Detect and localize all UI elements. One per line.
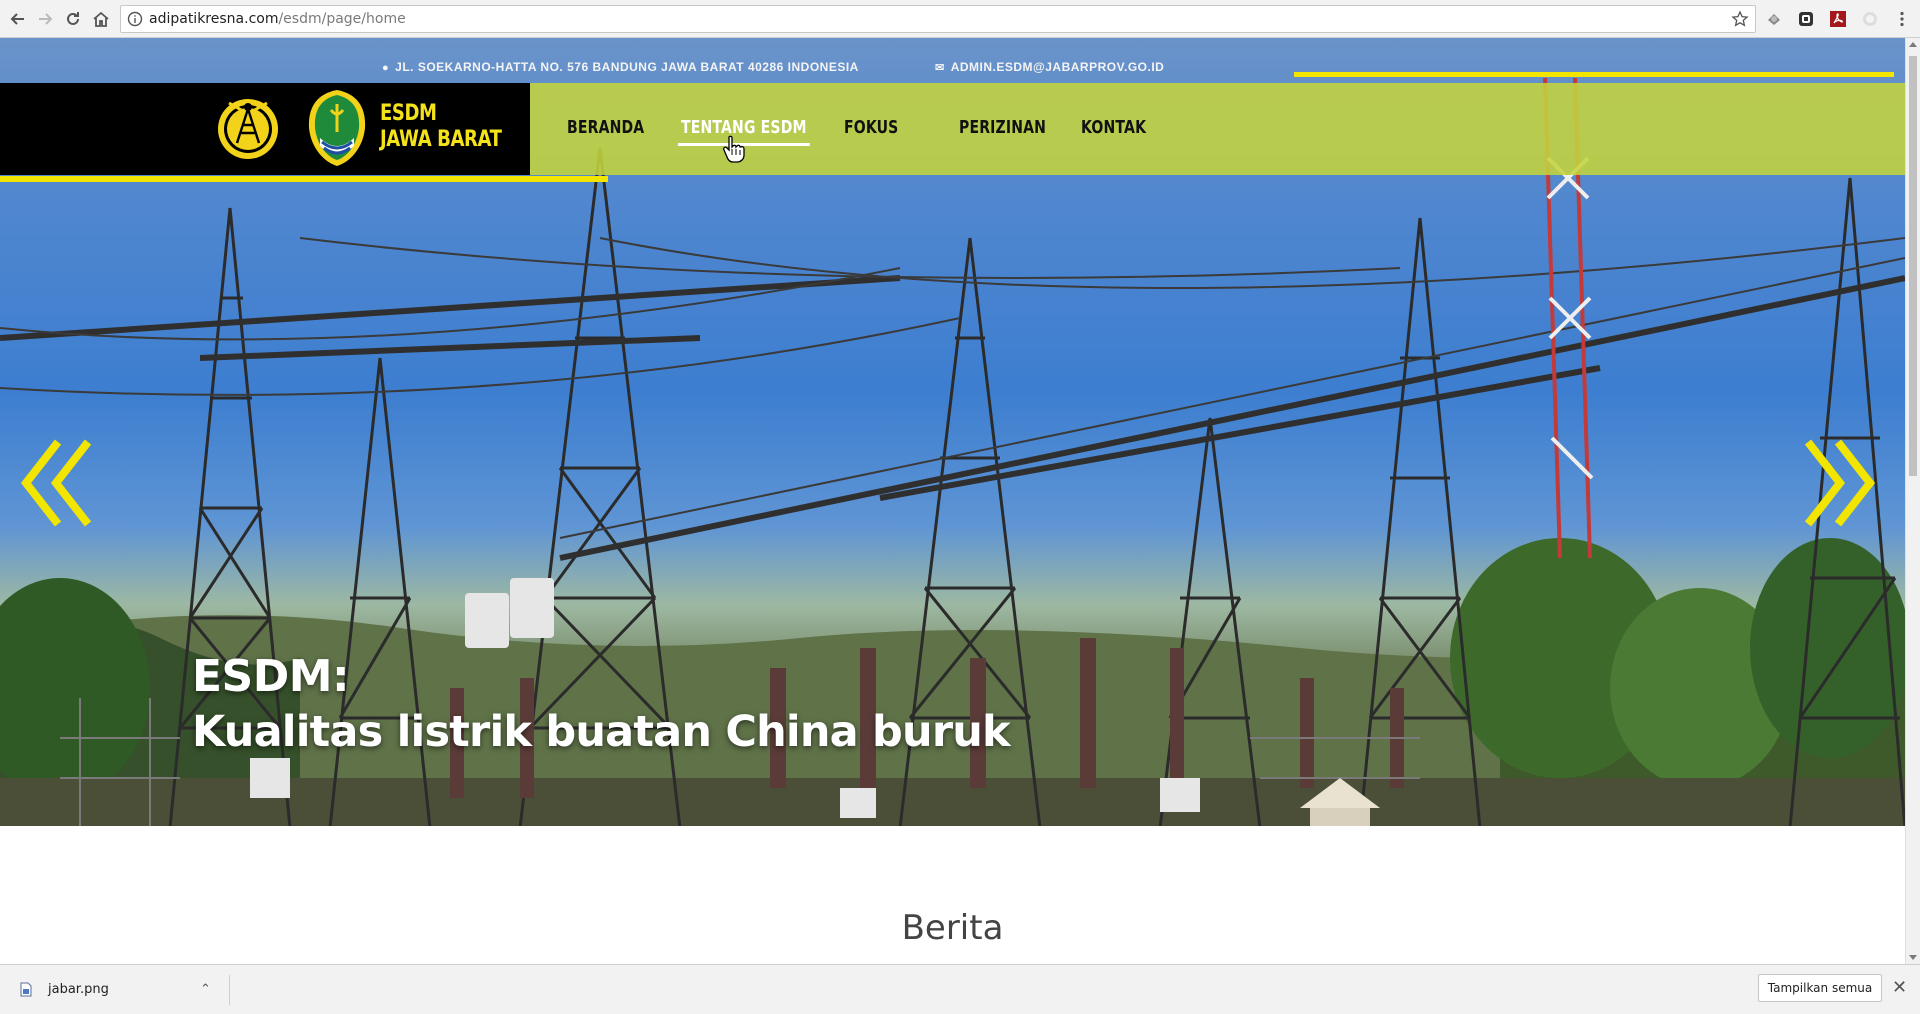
section-title: Berita (901, 908, 1004, 948)
address-text: JL. SOEKARNO-HATTA NO. 576 BANDUNG JAWA … (395, 60, 859, 74)
download-item[interactable]: jabar.png ⌃ (10, 971, 228, 1007)
menu-dots-icon[interactable] (1893, 10, 1911, 28)
nav-item-perizinan[interactable]: PERIZINAN (959, 117, 1046, 138)
download-file-name: jabar.png (48, 982, 109, 997)
hero-slider: ● JL. SOEKARNO-HATTA NO. 576 BANDUNG JAWA… (0, 38, 1905, 826)
close-icon[interactable]: ✕ (1892, 977, 1907, 998)
info-icon[interactable] (127, 11, 143, 27)
decorative-line (1294, 72, 1894, 77)
back-arrow-icon[interactable] (8, 9, 28, 29)
double-chevron-right-icon[interactable] (1798, 436, 1878, 531)
brand-title-line1: ESDM (380, 101, 437, 126)
extension-icon[interactable] (1861, 10, 1879, 28)
nav-item-beranda[interactable]: BERANDA (567, 117, 644, 138)
map-marker-icon: ● (382, 62, 390, 74)
esdm-emblem-icon (218, 99, 278, 159)
slide-caption-line1: ESDM: (192, 651, 350, 702)
forward-arrow-icon[interactable] (35, 9, 55, 29)
image-file-icon (20, 982, 32, 997)
download-shelf: jabar.png ⌃ Tampilkan semua ✕ (0, 964, 1920, 1014)
nav-item-kontak[interactable]: KONTAK (1081, 117, 1146, 138)
slide-caption-line2: Kualitas listrik buatan China buruk (192, 707, 1011, 757)
decorative-line (0, 176, 608, 182)
pdf-extension-icon[interactable] (1829, 10, 1847, 28)
extension-icon[interactable] (1765, 10, 1783, 28)
home-icon[interactable] (91, 9, 111, 29)
show-all-downloads-button[interactable]: Tampilkan semua (1758, 974, 1882, 1002)
extension-icon[interactable] (1797, 10, 1815, 28)
site-logo[interactable]: ESDM JAWA BARAT (0, 83, 530, 175)
email-info[interactable]: ✉ ADMIN.ESDM@JABARPROV.GO.ID (935, 60, 1164, 74)
scrollbar-thumb[interactable] (1909, 56, 1917, 476)
email-text[interactable]: ADMIN.ESDM@JABARPROV.GO.ID (951, 60, 1165, 74)
address-info: ● JL. SOEKARNO-HATTA NO. 576 BANDUNG JAWA… (382, 60, 859, 74)
chevron-up-icon[interactable]: ⌃ (200, 981, 211, 997)
browser-toolbar: adipatikresna.com/esdm/page/home (0, 0, 1920, 38)
divider (229, 975, 230, 1005)
url-text[interactable]: adipatikresna.com/esdm/page/home (149, 11, 406, 27)
brand-title-line2: JAWA BARAT (380, 127, 502, 152)
jabar-emblem-icon (308, 90, 366, 166)
scroll-up-icon[interactable] (1909, 42, 1917, 47)
address-bar[interactable]: adipatikresna.com/esdm/page/home (120, 5, 1756, 33)
page-viewport: ● JL. SOEKARNO-HATTA NO. 576 BANDUNG JAWA… (0, 38, 1905, 964)
brand-title: ESDM JAWA BARAT (380, 101, 502, 153)
hand-cursor-icon (723, 135, 745, 163)
page-scrollbar[interactable] (1905, 38, 1920, 964)
slide-caption[interactable]: ESDM: Kualitas listrik buatan China buru… (192, 650, 1011, 760)
double-chevron-left-icon[interactable] (18, 436, 98, 531)
url-path: /esdm/page/home (278, 11, 406, 27)
scroll-down-icon[interactable] (1909, 955, 1917, 960)
reload-icon[interactable] (63, 9, 83, 29)
star-icon[interactable] (1731, 10, 1749, 28)
nav-item-fokus[interactable]: FOKUS (844, 117, 898, 138)
url-host: adipatikresna.com (149, 11, 279, 27)
envelope-icon: ✉ (935, 62, 945, 74)
